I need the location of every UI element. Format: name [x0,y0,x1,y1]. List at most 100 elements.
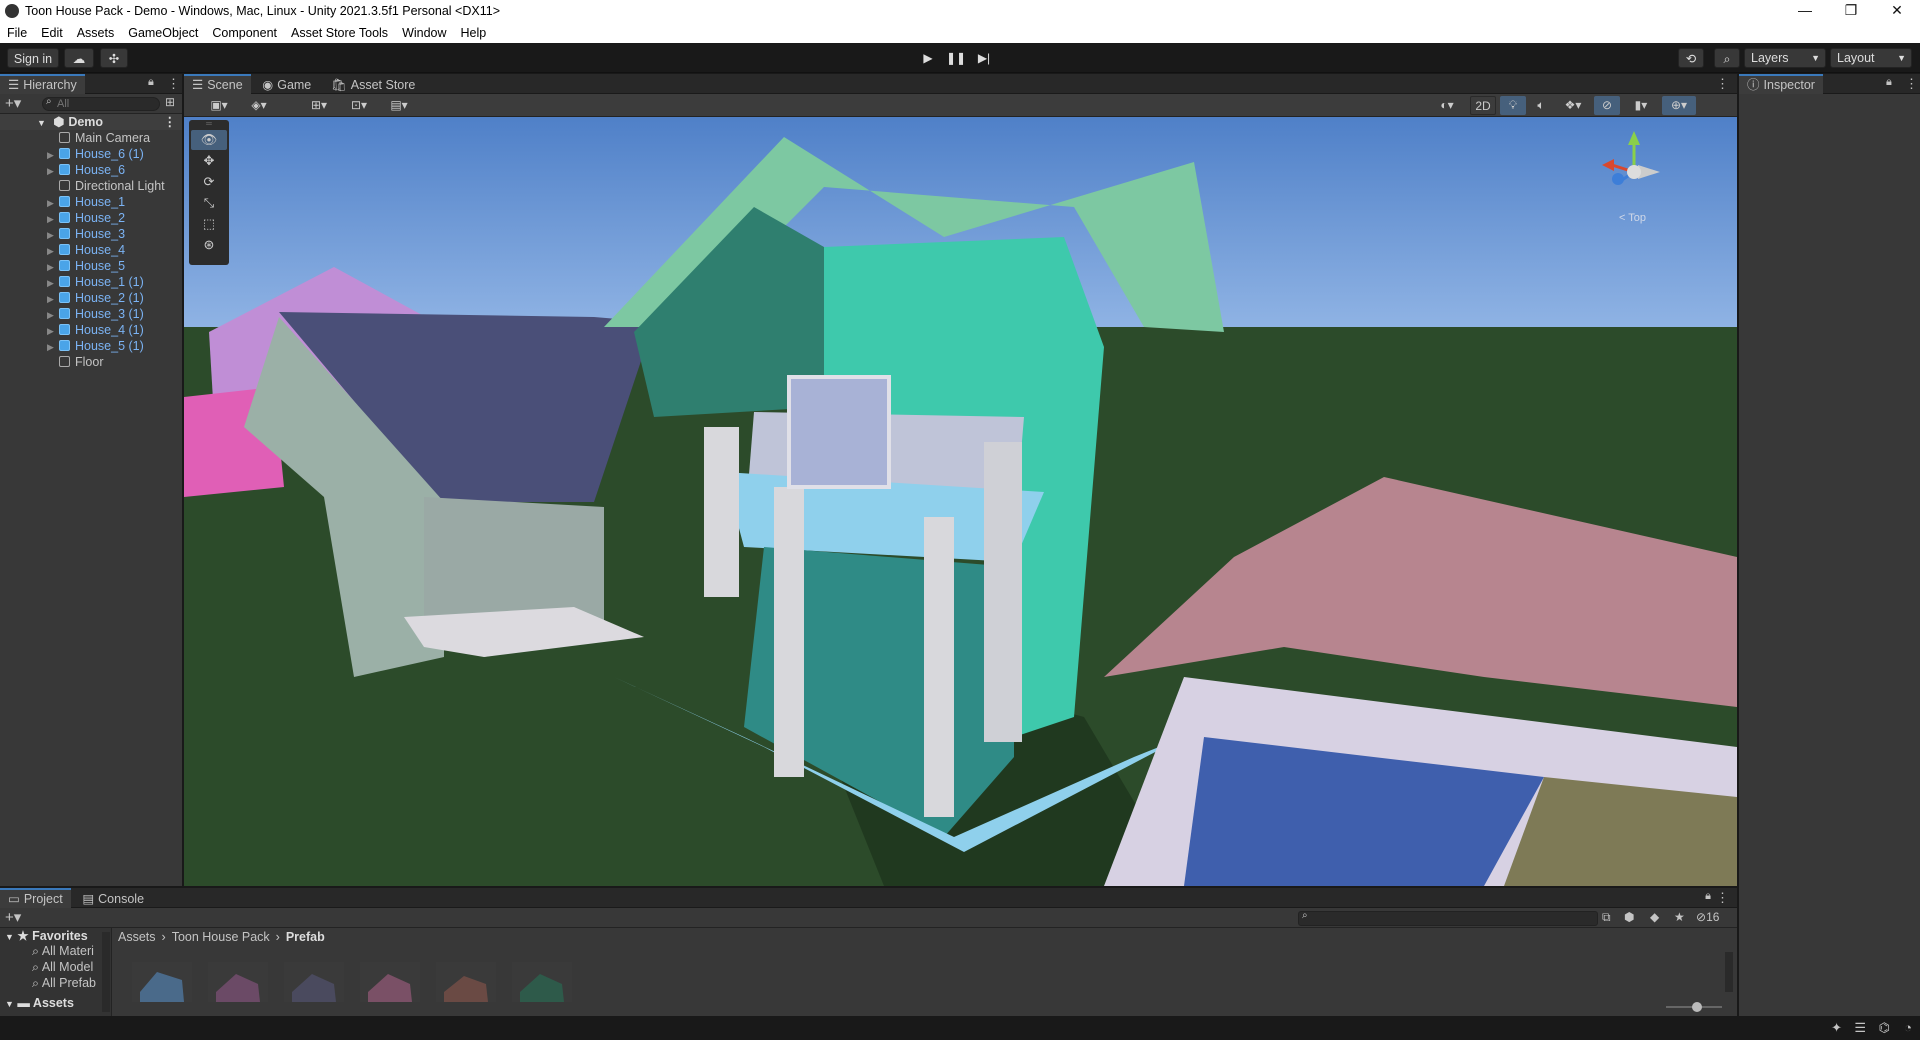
add-object-button[interactable]: +▾ [5,94,21,112]
pause-button[interactable]: ❚❚ [943,48,969,68]
lock-icon[interactable]: 🔒︎ [148,76,154,89]
hierarchy-item[interactable]: ▶ House_6 [47,162,125,178]
increment-snap-dropdown[interactable]: ▤▾ [382,96,416,115]
scale-tool-icon[interactable]: ⤡ [191,193,227,213]
expand-arrow-icon[interactable]: ▶ [47,211,59,227]
hierarchy-item[interactable]: Directional Light [47,178,165,194]
collab-icon[interactable]: ✣ [100,48,128,68]
tab-hierarchy[interactable]: ☰ Hierarchy [0,74,85,94]
prefab-thumbnail[interactable] [512,962,572,1002]
close-button[interactable]: ✕ [1874,0,1920,22]
rect-tool-icon[interactable]: ⬚ [191,214,227,234]
breadcrumb-prefab[interactable]: Prefab [286,930,325,944]
slider-handle[interactable] [1692,1002,1702,1012]
hierarchy-item[interactable]: ▶ House_3 (1) [47,306,144,322]
favorites-header[interactable]: ▼ ★ Favorites [5,928,88,943]
favorite-item[interactable]: ⌕ All Materi [32,944,94,959]
debug-mode-icon[interactable]: ⌬ [1879,1020,1890,1036]
scene-root[interactable]: ▼ ⬢ Demo ⋮ [0,114,182,130]
camera-settings-dropdown[interactable]: ▮▾ [1624,96,1658,115]
expand-arrow-icon[interactable]: ▶ [47,275,59,291]
cache-server-icon[interactable]: ☰ [1854,1020,1866,1036]
hierarchy-item[interactable]: ▶ House_1 [47,194,125,210]
play-button[interactable]: ▶ [915,48,941,68]
tab-inspector[interactable]: ⓘ Inspector [1739,74,1823,94]
hierarchy-item[interactable]: ▶ House_4 (1) [47,322,144,338]
kebab-menu-icon[interactable]: ⋮ [167,76,180,92]
tab-asset-store[interactable]: 🛍︎ Asset Store [323,75,424,95]
expand-arrow-icon[interactable]: ▶ [47,323,59,339]
layers-dropdown[interactable]: Layers ▼ [1744,48,1826,68]
hierarchy-item[interactable]: ▶ House_5 [47,258,125,274]
hidden-objects-toggle-icon[interactable]: ⊘ [1594,96,1620,115]
prefab-thumbnail[interactable] [208,962,268,1002]
kebab-menu-icon[interactable]: ⋮ [1716,890,1729,906]
hierarchy-search-input[interactable] [42,97,160,111]
expand-arrow-icon[interactable]: ▶ [47,307,59,323]
search-by-type-icon[interactable]: ⧉ [1602,910,1611,925]
audio-toggle-icon[interactable]: 🔈︎ [1528,96,1554,115]
maximize-button[interactable]: ❐ [1828,0,1874,22]
layout-dropdown[interactable]: Layout ▼ [1830,48,1912,68]
lighting-toggle-icon[interactable]: 💡︎ [1500,96,1526,115]
filter-icon[interactable]: ⊞ [165,95,175,109]
gizmos-dropdown[interactable]: ⊕▾ [1662,96,1696,115]
folder-tree-scrollbar[interactable] [102,932,110,1012]
mode-2d-toggle[interactable]: 2D [1470,96,1496,115]
label-tag-icon[interactable]: ◆ [1650,910,1659,924]
expand-arrow-icon[interactable]: ▶ [47,163,59,179]
rotate-tool-icon[interactable]: ⟳ [191,172,227,192]
cloud-icon[interactable]: ☁ [64,48,94,68]
hierarchy-item[interactable]: ▶ House_4 [47,242,125,258]
effects-dropdown[interactable]: ❖▾ [1556,96,1590,115]
palette-handle[interactable]: ═ [191,120,227,129]
expand-arrow-icon[interactable]: ▶ [47,291,59,307]
lock-icon[interactable]: 🔒︎ [1886,76,1892,89]
step-button[interactable]: ▶| [971,48,997,68]
menu-assets[interactable]: Assets [70,26,122,40]
expand-arrow-icon[interactable]: ▶ [47,243,59,259]
hierarchy-item[interactable]: ▶ House_3 [47,226,125,242]
prefab-thumbnail[interactable] [436,962,496,1002]
menu-file[interactable]: File [0,26,34,40]
transform-tool-icon[interactable]: ⊛ [191,235,227,255]
scene-viewport[interactable]: tract < Top [184,117,1737,886]
expand-arrow-icon[interactable]: ▶ [47,339,59,355]
hierarchy-item[interactable]: Floor [47,354,103,370]
prefab-thumbnail[interactable] [132,962,192,1002]
expand-arrow-icon[interactable]: ▶ [47,195,59,211]
prefab-thumbnail[interactable] [284,962,344,1002]
favorite-star-icon[interactable]: ★ [1674,910,1685,924]
minimize-button[interactable]: — [1782,0,1828,22]
menu-asset-store-tools[interactable]: Asset Store Tools [284,26,395,40]
kebab-menu-icon[interactable]: ⋮ [164,114,177,130]
search-icon[interactable]: ⌕ [1714,48,1740,68]
assets-scrollbar[interactable] [1725,952,1733,992]
render-mode-dropdown[interactable]: ◐▾ [1430,96,1464,115]
menu-edit[interactable]: Edit [34,26,70,40]
hierarchy-item[interactable]: ▶ House_2 [47,210,125,226]
tab-game[interactable]: ◉ Game [254,75,319,95]
breadcrumb-assets[interactable]: Assets [118,930,156,944]
create-asset-button[interactable]: +▾ [5,908,21,926]
grid-visibility-dropdown[interactable]: ⊡▾ [342,96,376,115]
grid-snap-dropdown[interactable]: ⊞▾ [302,96,336,115]
tab-project[interactable]: ▭ Project [0,888,71,908]
expand-arrow-icon[interactable]: ▶ [47,227,59,243]
hierarchy-item[interactable]: ▶ House_5 (1) [47,338,144,354]
kebab-menu-icon[interactable]: ⋮ [1905,76,1918,92]
expand-arrow-icon[interactable]: ▼ [37,118,46,128]
hierarchy-item[interactable]: Main Camera [47,130,150,146]
notification-icon[interactable]: ◔ [1904,1020,1912,1035]
assets-folder[interactable]: ▼ ▬ Assets [5,996,74,1010]
shading-dropdown[interactable]: ◈▾ [242,96,276,115]
favorite-item[interactable]: ⌕ All Prefab [32,976,96,991]
draw-mode-dropdown[interactable]: ▣▾ [202,96,236,115]
menu-gameobject[interactable]: GameObject [121,26,205,40]
move-tool-icon[interactable]: ✥ [191,151,227,171]
view-tool-icon[interactable]: 👁︎ [191,130,227,150]
sign-in-button[interactable]: Sign in [7,48,59,68]
tab-console[interactable]: ▤ Console [74,889,152,909]
orientation-gizmo[interactable]: < Top [1564,117,1704,237]
prefab-thumbnail[interactable] [360,962,420,1002]
